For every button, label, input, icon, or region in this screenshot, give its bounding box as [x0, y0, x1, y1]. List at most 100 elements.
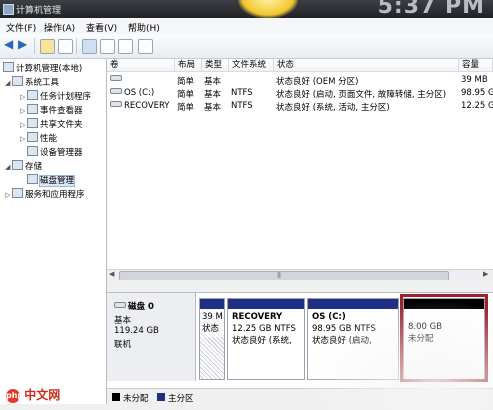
php-logo-icon: php	[6, 389, 23, 403]
menu-bar: 文件(F) 操作(A) 查看(V) 帮助(H)	[0, 18, 493, 34]
back-arrow-icon[interactable]: ◀	[4, 37, 16, 51]
up-folder-icon[interactable]	[40, 39, 55, 54]
legend-unallocated: 未分配	[123, 394, 149, 404]
expand-icon[interactable]: ▷	[20, 93, 27, 101]
volume-name: RECOVERY	[110, 101, 170, 111]
volume-layout: 简单	[177, 90, 195, 100]
disk-management-icon	[27, 174, 38, 184]
volume-icon	[110, 101, 122, 107]
primary-partition-band	[200, 299, 224, 309]
volume-icon	[110, 75, 122, 81]
toolbar: ◀ ▶	[0, 34, 493, 59]
legend-bar: 未分配 主分区	[107, 388, 493, 405]
volume-layout: 简单	[177, 77, 195, 87]
primary-partition-band	[228, 299, 304, 309]
export-list-icon[interactable]	[138, 39, 153, 54]
tree-system-tools[interactable]: ◢ 系统工具	[5, 76, 59, 88]
scroll-grip-icon: |||	[277, 272, 281, 279]
device-manager-icon	[27, 146, 38, 156]
menu-action[interactable]: 操作(A)	[44, 21, 75, 34]
column-capacity[interactable]: 容量	[459, 59, 493, 72]
tree-root[interactable]: 计算机管理(本地)	[3, 62, 82, 74]
toolbar-separator	[34, 38, 35, 54]
disk-label: 磁盘 0	[114, 300, 154, 312]
toolbar-separator	[76, 38, 77, 54]
menu-view[interactable]: 查看(V)	[86, 21, 117, 34]
disk-graphical-view: 磁盘 0 基本 119.24 GB 联机 39 M 状态 RECOVERY 12…	[107, 292, 493, 389]
scroll-right-icon[interactable]: ▶	[483, 270, 488, 278]
column-type[interactable]: 类型	[202, 59, 229, 72]
watermark: php 中文网	[6, 386, 60, 403]
legend-primary: 主分区	[168, 394, 194, 404]
tree-device-manager[interactable]: 设备管理器	[27, 146, 83, 158]
storage-icon	[12, 160, 23, 170]
volume-status: 状态良好 (系统, 活动, 主分区)	[276, 103, 390, 113]
volume-capacity: 98.95 G	[461, 88, 493, 98]
tree-shared-folders[interactable]: ▷ 共享文件夹	[20, 118, 83, 130]
partition-recovery[interactable]: RECOVERY 12.25 GB NTFS 状态良好 (系统,	[227, 298, 305, 380]
collapse-icon[interactable]: ◢	[5, 79, 12, 87]
menu-help[interactable]: 帮助(H)	[128, 21, 160, 34]
volume-status: 状态良好 (OEM 分区)	[276, 77, 359, 87]
volume-capacity: 39 MB	[461, 75, 488, 85]
expand-icon[interactable]: ▷	[5, 191, 12, 199]
window-title: 计算机管理	[16, 6, 62, 16]
unallocated-swatch	[112, 393, 120, 401]
volume-type: 基本	[204, 103, 222, 113]
properties-icon[interactable]	[100, 39, 115, 54]
disk-0-info[interactable]: 磁盘 0 基本 119.24 GB 联机	[107, 293, 196, 381]
volume-fs: NTFS	[231, 101, 253, 111]
title-bar: 计算机管理 5:37 PM	[0, 0, 493, 19]
volume-capacity: 12.25 G	[461, 101, 493, 111]
expand-icon[interactable]: ▷	[20, 107, 27, 115]
collapse-icon[interactable]: ◢	[5, 163, 12, 171]
refresh-icon[interactable]	[118, 39, 133, 54]
volume-name	[110, 75, 124, 85]
primary-partition-band	[308, 299, 398, 309]
expand-icon[interactable]: ▷	[20, 121, 27, 129]
table-row[interactable]: OS (C:) 简单 基本 NTFS 状态良好 (启动, 页面文件, 故障转储,…	[107, 87, 493, 100]
column-volume[interactable]: 卷	[107, 59, 175, 72]
volume-fs: NTFS	[231, 88, 253, 98]
menu-file[interactable]: 文件(F)	[6, 21, 36, 34]
volume-type: 基本	[204, 90, 222, 100]
scroll-left-icon[interactable]: ◀	[109, 270, 114, 278]
tree-storage[interactable]: ◢ 存储	[5, 160, 42, 172]
highlight-box	[400, 294, 488, 382]
table-row[interactable]: 简单 基本 状态良好 (OEM 分区) 39 MB	[107, 74, 493, 87]
computer-icon	[3, 62, 14, 72]
volume-layout: 简单	[177, 103, 195, 113]
column-filesystem[interactable]: 文件系统	[229, 59, 274, 72]
services-icon	[12, 188, 23, 198]
table-row[interactable]: RECOVERY 简单 基本 NTFS 状态良好 (系统, 活动, 主分区) 1…	[107, 100, 493, 113]
show-hide-tree-icon[interactable]	[58, 39, 73, 54]
volume-status: 状态良好 (启动, 页面文件, 故障转储, 主分区)	[276, 90, 447, 100]
desktop-clock: 5:37 PM	[377, 0, 485, 19]
expand-icon[interactable]: ▷	[20, 135, 27, 143]
disk-icon	[114, 302, 126, 308]
column-status[interactable]: 状态	[274, 59, 459, 72]
event-viewer-icon	[27, 104, 38, 114]
wallpaper-sun	[238, 0, 298, 18]
tree-performance[interactable]: ▷ 性能	[20, 132, 57, 144]
column-layout[interactable]: 布局	[175, 59, 202, 72]
tree-task-scheduler[interactable]: ▷ 任务计划程序	[20, 90, 91, 102]
watermark-text: 中文网	[24, 388, 61, 402]
partition-oem[interactable]: 39 M 状态	[199, 298, 225, 380]
volume-name: OS (C:)	[110, 88, 154, 98]
navigation-tree: 计算机管理(本地) ◢ 系统工具 ▷ 任务计划程序 ▷ 事件查看器 ▷ 共享文件夹 ▷ 性…	[0, 59, 107, 404]
tree-event-viewer[interactable]: ▷ 事件查看器	[20, 104, 83, 116]
pane-splitter[interactable]	[107, 280, 493, 292]
volume-type: 基本	[204, 77, 222, 87]
computer-management-icon	[3, 4, 14, 15]
disk-size: 119.24 GB	[114, 326, 159, 336]
volume-icon	[110, 88, 122, 94]
tree-services-apps[interactable]: ▷ 服务和应用程序	[5, 188, 85, 200]
partition-os-c[interactable]: OS (C:) 98.95 GB NTFS 状态良好 (启动,	[307, 298, 399, 380]
volume-list: 卷 布局 类型 文件系统 状态 容量 简单 基本 状态良好 (OEM 分区) 3…	[107, 59, 493, 269]
tools-icon	[12, 76, 23, 86]
help-icon[interactable]	[82, 39, 97, 54]
primary-swatch	[157, 393, 165, 401]
tree-disk-management[interactable]: 磁盘管理	[27, 174, 76, 187]
forward-arrow-icon[interactable]: ▶	[18, 37, 30, 51]
